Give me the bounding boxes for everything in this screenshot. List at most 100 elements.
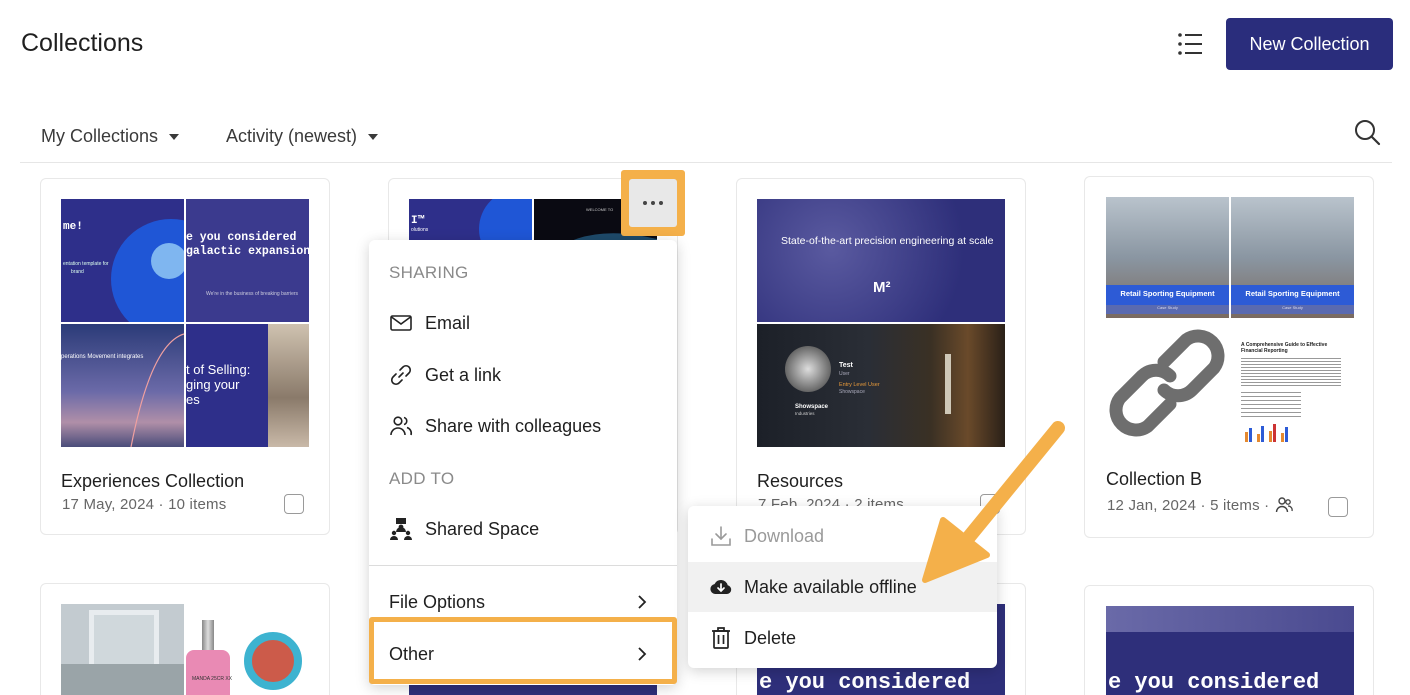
menu-item-download[interactable]: Download [688,511,997,561]
document-page: A Comprehensive Guide to Effective Finan… [1231,322,1354,445]
collection-card[interactable]: me! entation template for brand e you co… [40,178,330,535]
slide-text: Entry Level User [839,382,880,388]
thumbnail-slide: perations Movement integrates [61,324,184,447]
menu-item-delete[interactable]: Delete [688,613,997,663]
menu-item-label: File Options [389,591,486,612]
collection-thumbnail: Retail Sporting Equipment Case Study Ret… [1106,197,1354,445]
chevron-right-icon [638,595,647,609]
list-view-icon[interactable] [1176,30,1204,58]
menu-item-share-colleagues[interactable]: Share with colleagues [369,402,677,450]
menu-item-label: Make available offline [744,577,917,597]
thumbnail-slide: t of Selling: ging your es [186,324,309,447]
menu-item-file-options[interactable]: File Options [369,578,677,626]
slide-text: We're in the business of breaking barrie… [206,291,299,297]
slide-text: e you considered [759,670,971,695]
trash-icon [712,627,730,649]
select-checkbox[interactable] [1328,497,1348,517]
collection-title[interactable]: Collection B [1106,469,1202,490]
slide-text: olutions [411,227,429,233]
email-icon [390,315,412,331]
users-icon [390,416,413,436]
collection-card[interactable]: MANDA 25CR XX [40,583,330,695]
avatar [785,346,831,392]
menu-item-make-offline[interactable]: Make available offline [688,562,997,612]
product-shape [186,650,230,695]
menu-item-other[interactable]: Other [369,630,677,678]
thumbnail-slide: State-of-the-art precision engineering a… [757,199,1005,322]
collection-meta: 17 May, 2024 · 10 items [62,496,227,513]
slide-text: Test [839,362,853,369]
context-menu: SHARING Email Get a link Share with coll… [369,240,677,685]
slide-photo [268,324,309,447]
menu-item-shared-space[interactable]: Shared Space [369,505,677,553]
slide-text: Showspace [839,389,865,395]
slide-text: e you considered [186,231,297,244]
doc-chart [1245,424,1288,442]
link-icon [390,364,412,386]
doc-title: A Comprehensive Guide to Effective Finan… [1241,342,1328,354]
slide-text: Retail Sporting Equipment [1120,289,1215,298]
collection-card[interactable]: Retail Sporting Equipment Case Study Ret… [1084,176,1374,538]
collection-card[interactable]: State-of-the-art precision engineering a… [736,178,1026,535]
collection-meta: 12 Jan, 2024 · 5 items · [1107,496,1294,514]
menu-section-header: ADD TO [389,469,455,488]
menu-item-label: Share with colleagues [425,415,602,436]
doc-body-lines [1241,358,1341,388]
scope-dropdown[interactable]: My Collections [41,126,180,147]
doc-body-lines [1241,392,1301,420]
menu-item-label: Get a link [425,364,502,385]
slide-text: Retail Sporting Equipment [1245,289,1340,298]
menu-item-get-link[interactable]: Get a link [369,351,677,399]
thumbnail-slide: me! entation template for brand [61,199,184,322]
filter-bar: My Collections Activity (newest) [0,110,1410,164]
collection-title[interactable]: Resources [757,471,843,492]
select-checkbox[interactable] [284,494,304,514]
menu-divider [369,565,677,566]
slide-text: perations Movement integrates [61,354,144,360]
thumbnail-slide: Test User Entry Level User Showspace Sho… [757,324,1005,447]
menu-item-email[interactable]: Email [369,299,677,347]
slide-text: entation template for [63,261,109,267]
shared-users-icon [1276,497,1294,513]
collection-thumbnail: MANDA 25CR XX [61,604,309,695]
slide-shape [130,333,184,447]
menu-section-header: SHARING [389,263,469,282]
thumbnail-slide [61,604,184,695]
new-collection-button[interactable]: New Collection [1226,18,1393,70]
link-icon [1109,329,1225,437]
filter-divider [20,162,1392,163]
slide-text: Case Study [1157,305,1178,310]
collection-thumbnail: State-of-the-art precision engineering a… [757,199,1005,447]
slide-text: Industries [795,411,815,416]
download-icon [711,526,731,546]
slide-text: brand [71,269,84,275]
slide-text: e you considered [1108,670,1320,695]
chevron-right-icon [638,647,647,661]
slide-shape [89,610,159,672]
more-options-button[interactable] [621,170,685,236]
thumbnail-slide: MANDA 25CR XX [186,604,309,695]
sort-dropdown[interactable]: Activity (newest) [226,126,379,147]
sort-dropdown-label: Activity (newest) [226,126,358,146]
collection-title[interactable]: Experiences Collection [61,471,244,492]
caret-down-icon [368,133,379,140]
slide-text: User [839,371,850,377]
slide-shape [1106,606,1354,632]
collection-thumbnail: e you considered [1106,606,1354,695]
search-icon[interactable] [1353,118,1381,146]
slide-text: MANDA 25CR XX [192,676,233,682]
scope-dropdown-label: My Collections [41,126,159,146]
slide-text: t of Selling: ging your es [186,362,251,407]
slide-text: me! [63,221,83,233]
thumbnail-slide: Retail Sporting Equipment Case Study [1231,197,1354,318]
thumbnail-slide: e you considered galactic expansion We'r… [186,199,309,322]
product-shape [244,632,302,690]
cloud-download-icon [710,579,732,594]
slide-shape [61,664,184,695]
collection-card[interactable]: e you considered [1084,585,1374,695]
caret-down-icon [169,133,180,140]
menu-item-label: Download [744,526,825,546]
slide-text: I™ [411,215,425,227]
slide-text: Case Study [1282,305,1303,310]
slide-text: galactic expansion [186,245,309,258]
